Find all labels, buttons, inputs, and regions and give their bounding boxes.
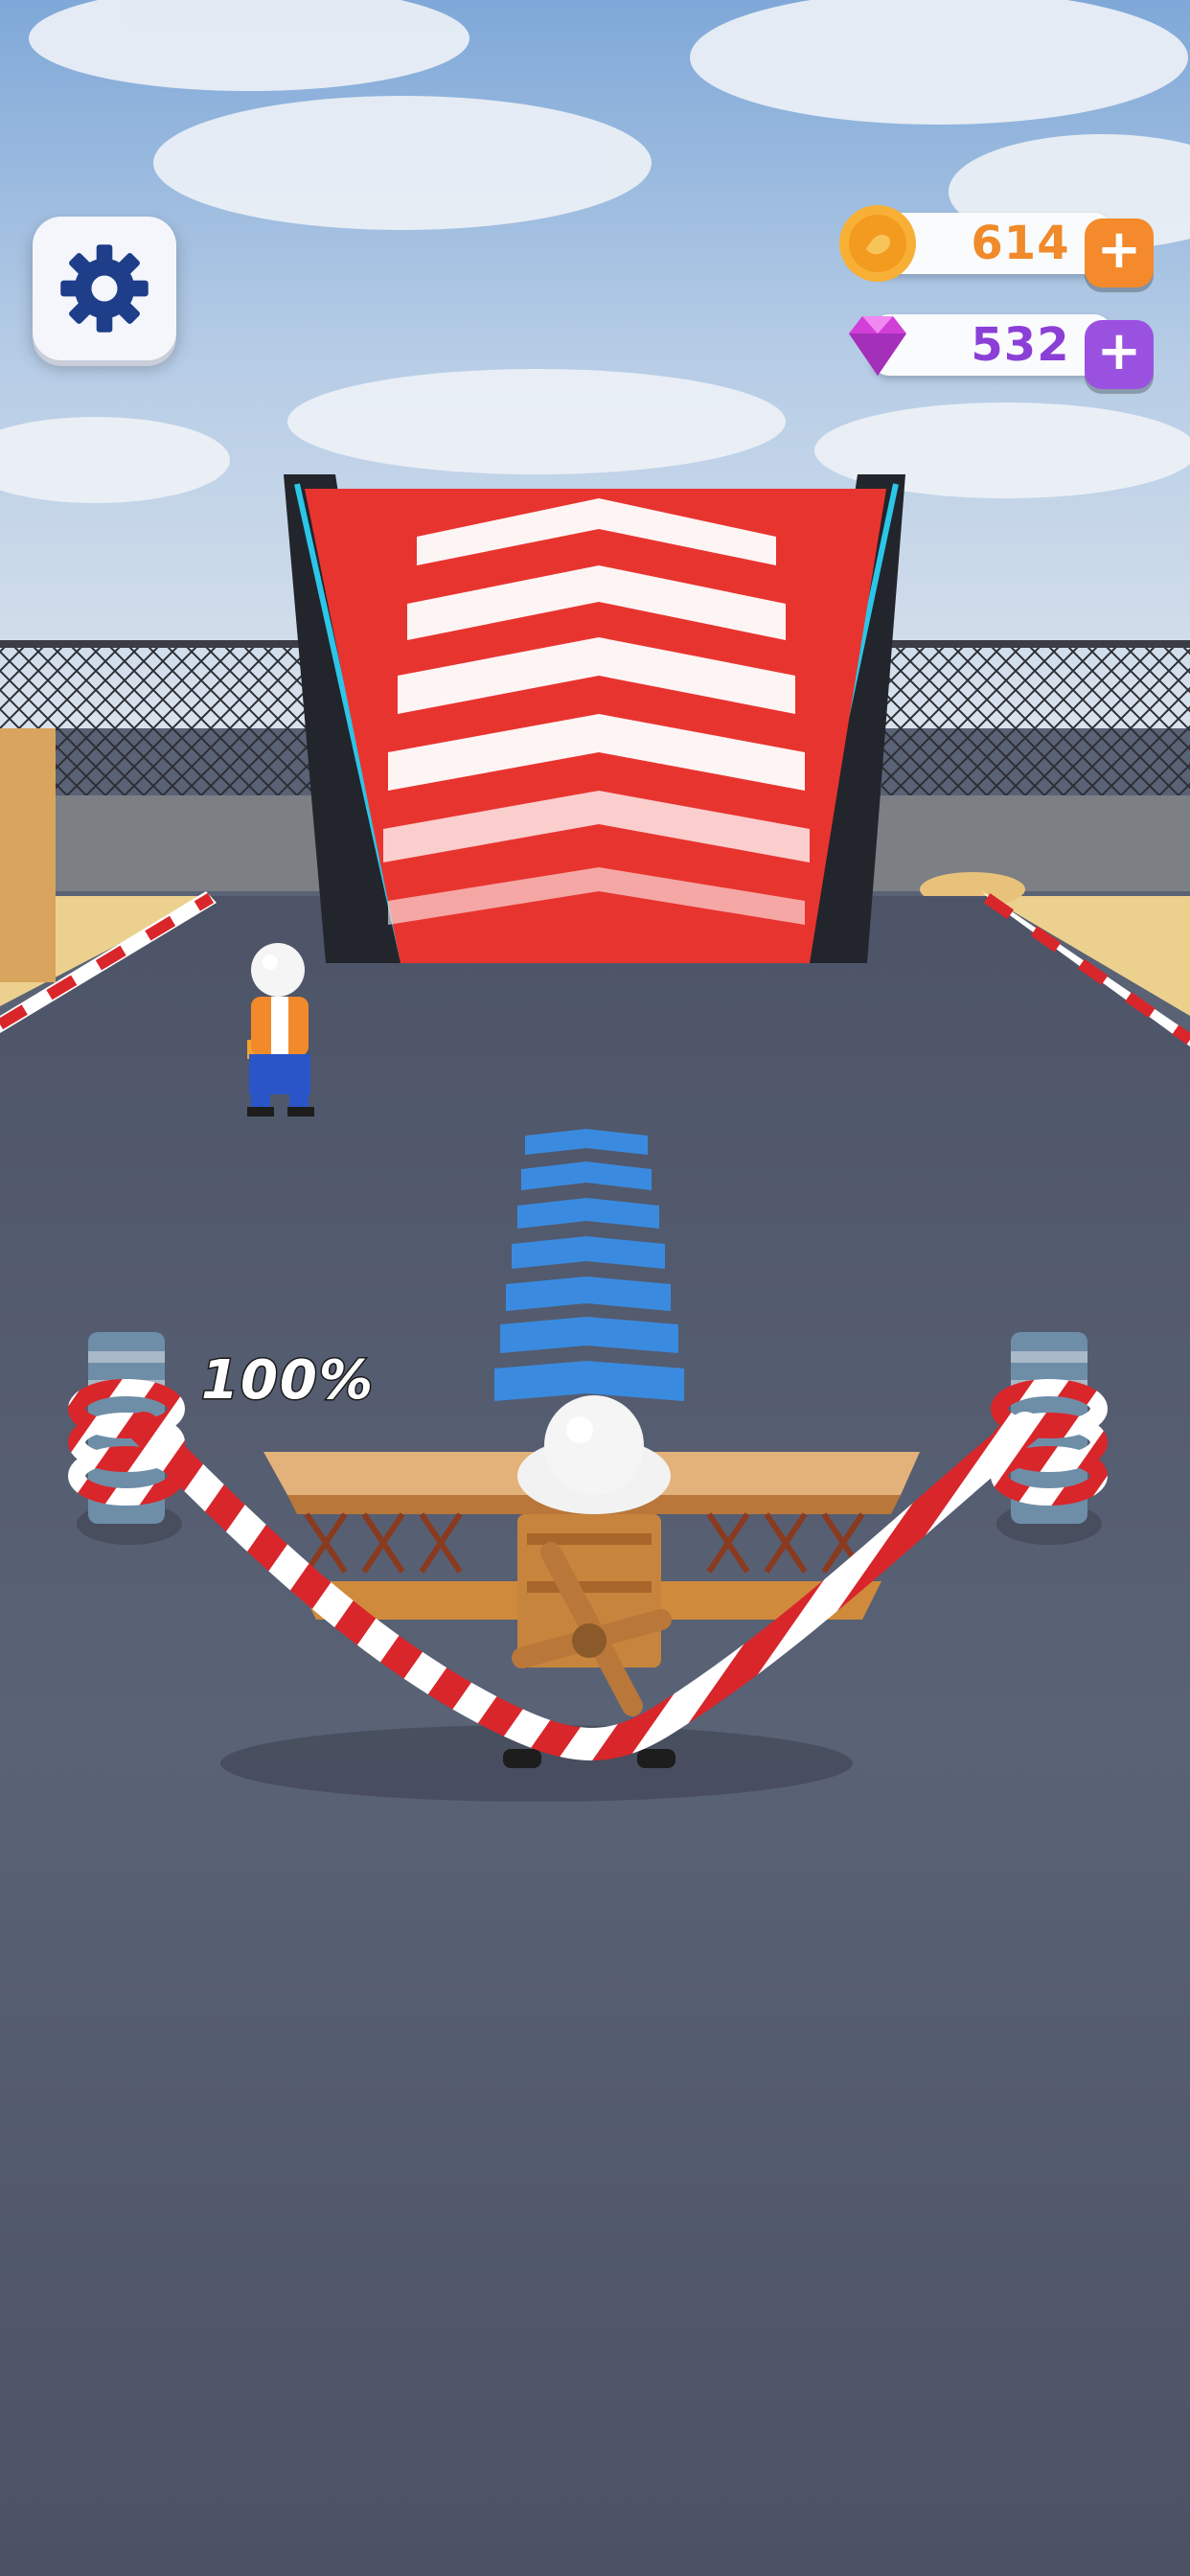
gem-icon xyxy=(849,316,906,376)
worker-character xyxy=(247,943,314,1116)
gear-icon xyxy=(60,244,149,333)
coin-counter: 614 + xyxy=(834,205,1154,288)
fence-right xyxy=(881,644,1190,797)
add-gems-button[interactable]: + xyxy=(1085,320,1154,389)
coin-icon xyxy=(839,205,916,282)
gem-counter: 532 + xyxy=(834,309,1154,389)
game-scene xyxy=(0,0,1190,2576)
settings-button[interactable] xyxy=(33,217,176,360)
coin-amount: 614 xyxy=(971,217,1070,270)
gem-amount: 532 xyxy=(971,318,1070,372)
wall-right xyxy=(862,795,1190,891)
launch-ramp xyxy=(284,474,905,963)
add-coins-button[interactable]: + xyxy=(1085,218,1154,288)
launch-power-label: 100% xyxy=(199,1348,376,1414)
